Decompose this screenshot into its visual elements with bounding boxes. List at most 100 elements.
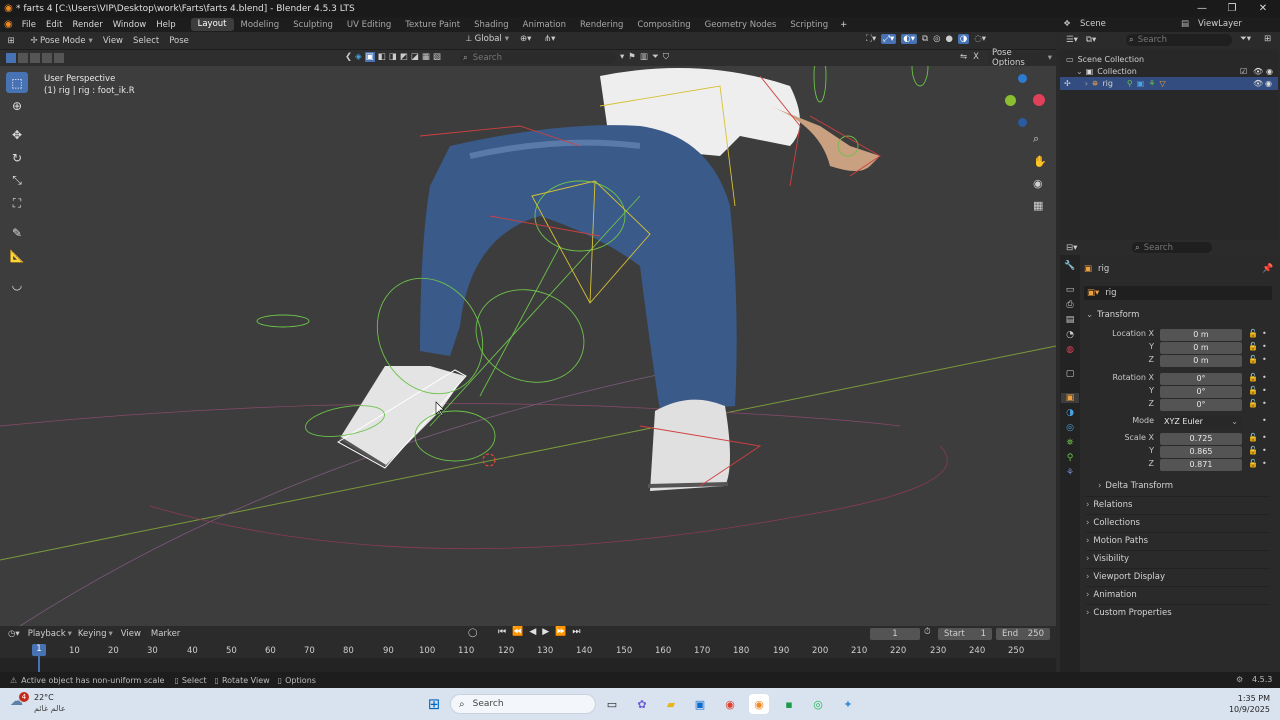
select-new-icon[interactable] — [6, 53, 16, 63]
windows-start-icon[interactable]: ⊞ — [424, 694, 444, 714]
lock-icon[interactable]: 🔓 — [1248, 386, 1258, 395]
spotify-icon[interactable]: ◎ — [808, 694, 828, 714]
display-mode-icon[interactable]: ⧉▾ — [1086, 35, 1096, 45]
chrome-icon[interactable]: ◉ — [720, 694, 740, 714]
grid-icon[interactable]: ▦ — [1033, 199, 1047, 212]
current-frame-field[interactable]: 1 — [870, 628, 920, 640]
menu-playback[interactable]: Playback — [28, 629, 66, 639]
scene-tab-icon[interactable]: ◔ — [1066, 330, 1074, 340]
keyframe-dot-icon[interactable]: • — [1262, 459, 1267, 468]
layer6-icon[interactable]: ▧ — [433, 52, 441, 62]
rig-row[interactable]: ✢ › ⛯ rig ⚲ ▣ ⚘ ▽ 👁 ◉ — [1060, 77, 1278, 90]
keyframe-dot-icon[interactable]: • — [1262, 433, 1267, 442]
eye-icon[interactable]: 👁 — [1253, 79, 1263, 88]
transform-panel-header[interactable]: ⌄ Transform — [1086, 307, 1270, 323]
bookmark-icon[interactable]: ⚑ — [628, 52, 636, 62]
pin-icon[interactable]: 📌 — [1262, 264, 1273, 274]
select-invert-icon[interactable] — [42, 53, 52, 63]
overlays-icon[interactable]: ◐▾ — [901, 34, 917, 44]
layer2-icon[interactable]: ◨ — [389, 52, 397, 62]
y-axis-icon[interactable] — [1005, 95, 1016, 106]
add-workspace-button[interactable]: + — [835, 20, 852, 30]
scale-z-field[interactable]: 0.871 — [1160, 459, 1242, 471]
timeline-editor-icon[interactable]: ◷▾ — [8, 629, 20, 639]
stopwatch-icon[interactable]: ⏱ — [924, 627, 931, 637]
object-name-field[interactable]: ▣▾ rig — [1084, 286, 1272, 300]
lock-icon[interactable]: 🔓 — [1248, 399, 1258, 408]
visibility-icon[interactable]: ⛶▾ — [866, 34, 876, 44]
3d-viewport[interactable]: User Perspective (1) rig | rig : foot_ik… — [0, 66, 1056, 626]
menu-render[interactable]: Render — [67, 20, 107, 30]
object-tab-icon[interactable]: ▣ — [1061, 393, 1079, 403]
playhead-frame[interactable]: 1 — [32, 644, 46, 656]
menu-select[interactable]: Select — [133, 36, 159, 46]
collection-tab-icon[interactable]: ▢ — [1066, 369, 1075, 379]
file-explorer-icon[interactable]: ▰ — [661, 694, 681, 714]
keyframe-dot-icon[interactable]: • — [1262, 373, 1267, 382]
task-view-icon[interactable]: ▭ — [602, 694, 622, 714]
gizmo-icon[interactable]: ⤢▾ — [881, 34, 897, 44]
output-tab-icon[interactable]: ⎙ — [1066, 300, 1073, 310]
play-reverse-icon[interactable]: ◀ — [529, 627, 536, 637]
pivot-icon[interactable]: ⊕▾ — [520, 34, 531, 44]
location-x-field[interactable]: 0 m — [1160, 329, 1242, 341]
xray-icon[interactable]: ⧉ — [922, 34, 928, 44]
copilot-icon[interactable]: ✿ — [632, 694, 652, 714]
weather-widget[interactable]: ☁ 4 22°C عالم غائم — [10, 692, 90, 716]
keyframe-dot-icon[interactable]: • — [1262, 342, 1267, 351]
render-tab-icon[interactable]: ▭ — [1066, 285, 1075, 295]
blender-taskbar-icon[interactable]: ◉ — [749, 694, 769, 714]
mode-selector[interactable]: ✢ Pose Mode ▾ — [28, 36, 92, 46]
lock-icon[interactable]: 🔓 — [1248, 446, 1258, 455]
cursor-tool-icon[interactable]: ⊕ — [6, 95, 28, 116]
navigation-gizmo[interactable] — [1002, 74, 1050, 130]
location-z-field[interactable]: 0 m — [1160, 355, 1242, 367]
layer4-icon[interactable]: ◪ — [411, 52, 419, 62]
animation-panel-header[interactable]: › Animation — [1086, 586, 1270, 602]
keyframe-dot-icon[interactable]: • — [1262, 399, 1267, 408]
taskbar-clock[interactable]: 1:35 PM 10/9/2025 — [1210, 693, 1270, 715]
menu-help[interactable]: Help — [151, 20, 180, 30]
collections-panel-header[interactable]: › Collections — [1086, 514, 1270, 530]
select-subtract-icon[interactable] — [30, 53, 40, 63]
menu-window[interactable]: Window — [108, 20, 152, 30]
start-frame-field[interactable]: Start 1 — [938, 628, 992, 640]
viewport-display-panel-header[interactable]: › Viewport Display — [1086, 568, 1270, 584]
x-axis-icon[interactable] — [1033, 94, 1045, 106]
tab-geometry-nodes[interactable]: Geometry Nodes — [698, 20, 784, 30]
select-intersect-icon[interactable] — [54, 53, 64, 63]
tab-modeling[interactable]: Modeling — [234, 20, 287, 30]
menu-timeline-view[interactable]: View — [121, 629, 141, 639]
bone-tab-icon[interactable]: ⚲ — [1067, 453, 1074, 463]
lock-icon[interactable]: 🔓 — [1248, 355, 1258, 364]
store-icon[interactable]: ▣ — [690, 694, 710, 714]
tool-tab-icon[interactable]: 🔧 — [1064, 261, 1075, 271]
select-box-tool-icon[interactable]: ⬚ — [6, 72, 28, 93]
menu-edit[interactable]: Edit — [41, 20, 67, 30]
scene-collection-row[interactable]: ▭ Scene Collection — [1066, 53, 1144, 65]
keyframe-dot-icon[interactable]: • — [1262, 416, 1267, 425]
lock-icon[interactable]: 🔓 — [1248, 459, 1258, 468]
lock-icon[interactable]: 🔓 — [1248, 329, 1258, 338]
snap-icon[interactable]: ⋔▾ — [544, 34, 555, 44]
world-tab-icon[interactable]: ◍ — [1066, 345, 1074, 355]
mirror-icon[interactable]: ⇋ — [960, 52, 967, 62]
tab-layout[interactable]: Layout — [190, 18, 234, 31]
menu-view[interactable]: View — [103, 36, 123, 46]
menu-file[interactable]: File — [17, 20, 41, 30]
bone-constraint-tab-icon[interactable]: ⚘ — [1066, 468, 1074, 478]
record-icon[interactable]: ◯ — [468, 628, 478, 638]
play-icon[interactable]: ▶ — [542, 627, 549, 637]
transform-orientation-selector[interactable]: ⟂ Global ▾ — [466, 34, 509, 44]
view-layer-selector[interactable]: ▤ ViewLayer — [1178, 17, 1278, 31]
visibility-panel-header[interactable]: › Visibility — [1086, 550, 1270, 566]
menu-pose[interactable]: Pose — [169, 36, 189, 46]
layer3-icon[interactable]: ◩ — [400, 52, 408, 62]
camera-icon[interactable]: ◉ — [1033, 177, 1047, 190]
next-keyframe-icon[interactable]: ⏩ — [555, 627, 566, 637]
menu-marker[interactable]: Marker — [151, 629, 180, 639]
scale-tool-icon[interactable]: ⤡ — [6, 170, 28, 191]
camera-icon[interactable]: ◉ — [1265, 79, 1272, 88]
blender-menu-icon[interactable]: ◉ — [0, 19, 17, 30]
keyframe-dot-icon[interactable]: • — [1262, 386, 1267, 395]
